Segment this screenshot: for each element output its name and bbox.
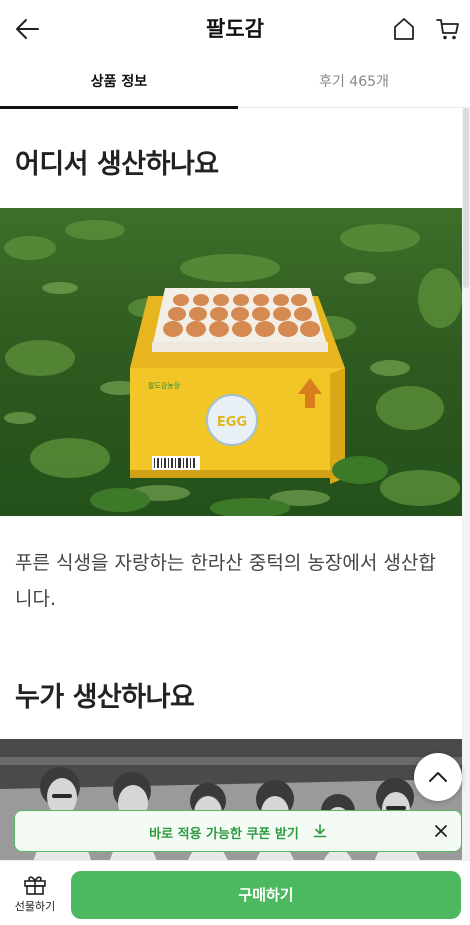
box-egg-label: EGG [217, 415, 247, 430]
chevron-up-icon [429, 772, 447, 782]
gift-button[interactable]: 선물하기 [8, 871, 62, 919]
tab-reviews-label: 후기 465개 [319, 74, 389, 90]
gift-label: 선물하기 [14, 900, 56, 913]
home-icon[interactable] [390, 15, 418, 43]
gift-icon [24, 876, 46, 895]
tab-product-info-label: 상품 정보 [90, 74, 148, 90]
cart-icon[interactable] [434, 15, 462, 43]
coupon-banner[interactable]: 바로 적용 가능한 쿠폰 받기 [14, 810, 462, 852]
close-icon[interactable] [433, 823, 449, 839]
scrollbar-thumb[interactable] [463, 108, 469, 288]
buy-button[interactable]: 구매하기 [71, 871, 461, 919]
section-heading-where: 어디서 생산하나요 [15, 149, 219, 180]
top-header: 팔도감 [0, 0, 470, 58]
tab-product-info[interactable]: 상품 정보 [0, 58, 238, 109]
section-paragraph-where: 푸른 식생을 자랑하는 한라산 중턱의 농장에서 생산합니다. [15, 552, 436, 610]
page-scrollbar[interactable] [462, 108, 470, 868]
download-icon[interactable] [313, 824, 327, 838]
coupon-label[interactable]: 바로 적용 가능한 쿠폰 받기 [15, 823, 433, 842]
farm-egg-box-photo: EGG 팔도감농장 [0, 208, 462, 516]
scroll-to-top-button[interactable] [414, 753, 462, 801]
bottom-action-bar: 선물하기 구매하기 [0, 860, 470, 925]
product-detail-content[interactable]: 어디서 생산하나요 EGG 팔도감농장 푸른 식생을 자랑하는 한라산 중턱의 … [0, 108, 462, 925]
section-heading-who: 누가 생산하나요 [15, 682, 195, 713]
tab-reviews[interactable]: 후기 465개 [238, 58, 470, 108]
tab-bar: 상품 정보 후기 465개 [0, 58, 470, 109]
box-brand-label: 팔도감농장 [148, 381, 181, 390]
